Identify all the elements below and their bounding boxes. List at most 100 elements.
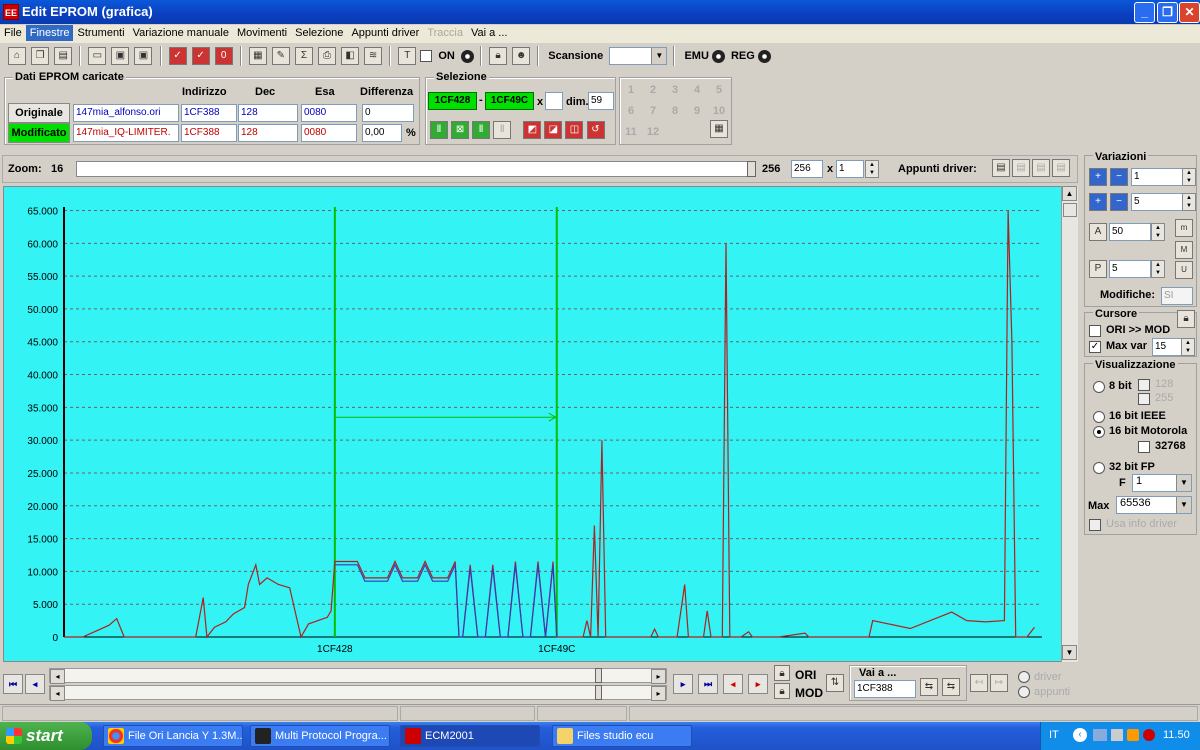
runner-icon[interactable]: ☻ [512, 47, 531, 65]
lock-icon[interactable]: 🔒︎ [489, 47, 508, 65]
modificato-esa-field[interactable]: 0080 [301, 124, 357, 142]
step-back-icon[interactable]: ◂ [723, 674, 743, 694]
home-icon[interactable]: ⌂ [8, 47, 27, 65]
replace-selection-icon[interactable]: ◫ [565, 121, 584, 139]
vertical-scrollbar[interactable]: ▲ ▼ [1061, 186, 1078, 662]
horizontal-scroll-top[interactable]: ◂ ▸ [49, 668, 667, 684]
u-icon[interactable]: U [1175, 261, 1193, 279]
variazione-step1-field[interactable]: 1 [1131, 168, 1183, 186]
compare-icon[interactable]: ◧ [341, 47, 360, 65]
originale-button[interactable]: Originale [8, 103, 70, 123]
check-icon[interactable]: ✓ [168, 47, 187, 65]
variazione-step5-field[interactable]: 5 [1131, 193, 1183, 211]
menu-item[interactable]: Variazione manuale [129, 25, 233, 41]
minus-five-icon[interactable]: − [1110, 193, 1128, 211]
menu-item[interactable]: Vai a ... [467, 25, 511, 41]
paste-selection-icon[interactable]: ◪ [544, 121, 563, 139]
appunti-copy-icon[interactable]: ▤ [1032, 159, 1050, 177]
originale-diff-field[interactable]: 0 [362, 104, 414, 122]
m-icon[interactable]: m [1175, 219, 1193, 237]
select-start-icon[interactable]: Ⅱ [430, 121, 448, 139]
open-folder-icon[interactable]: ▭ [88, 47, 107, 65]
first-icon[interactable]: ⏮ [3, 674, 23, 694]
8bit-radio[interactable] [1093, 381, 1105, 393]
select-range-icon[interactable]: ⊠ [451, 121, 470, 139]
ieee-radio[interactable] [1093, 411, 1105, 423]
slot-button[interactable]: 11 [622, 123, 640, 141]
select-all-icon[interactable]: Ⅱ [472, 121, 491, 139]
copy-selection-icon[interactable]: ◩ [523, 121, 542, 139]
on-checkbox[interactable] [420, 50, 433, 62]
scroll-right-icon[interactable]: ▸ [651, 686, 666, 701]
ori-mod-checkbox[interactable] [1089, 325, 1101, 337]
minimize-button[interactable]: _ [1134, 2, 1155, 23]
slot-button[interactable]: 4 [688, 81, 706, 99]
ori-label[interactable]: ORI [795, 668, 816, 682]
scroll-left-icon[interactable]: ◂ [50, 686, 65, 701]
graph-icon[interactable]: ≋ [364, 47, 383, 65]
slot-button[interactable]: 7 [644, 102, 662, 120]
sigma-icon[interactable]: Σ [294, 47, 313, 65]
originale-indirizzo-field[interactable]: 1CF388 [181, 104, 237, 122]
slot-button[interactable]: 12 [644, 123, 662, 141]
zero-icon[interactable]: 0 [214, 47, 233, 65]
scroll-thumb[interactable] [1063, 203, 1077, 217]
modificato-button[interactable]: Modificato [8, 123, 70, 143]
task-chrome[interactable]: File Ori Lancia Y 1.3M... [103, 725, 243, 747]
motorola-radio[interactable] [1093, 426, 1105, 438]
slot-button[interactable]: 1 [622, 81, 640, 99]
variazione-a-field[interactable]: 50 [1109, 223, 1151, 241]
goto-ori-icon[interactable]: ⇆ [920, 678, 938, 696]
calculator-icon[interactable]: ▦ [248, 47, 267, 65]
scroll-up-icon[interactable]: ▲ [1062, 186, 1077, 201]
zoom-field[interactable]: 256 [791, 160, 823, 178]
modificato-diff-field[interactable]: 0,00 [362, 124, 402, 142]
menu-item[interactable]: Strumenti [73, 25, 128, 41]
cursor-lock-icon[interactable]: 🔒︎ [1177, 310, 1195, 328]
eprom-graph[interactable]: 65.000 60.000 55.000 50.000 45.000 40.000 35.0… [3, 186, 1078, 662]
menu-item[interactable]: Appunti driver [347, 25, 423, 41]
horizontal-scroll-bottom[interactable]: ◂ ▸ [49, 685, 667, 701]
modificato-file-field[interactable]: 147mia_IQ-LIMITER. [73, 124, 179, 142]
start-button[interactable]: start [0, 722, 92, 750]
scroll-thumb[interactable] [595, 685, 602, 700]
modificato-dec-field[interactable]: 128 [238, 124, 298, 142]
f-select[interactable]: 1 ▼ [1132, 474, 1192, 492]
step1-spinner[interactable]: ▲ ▼ [1182, 168, 1196, 186]
a-icon[interactable]: A [1089, 223, 1107, 241]
variazione-p-field[interactable]: 5 [1109, 260, 1151, 278]
task-ecm2001[interactable]: ECM2001 [400, 725, 540, 747]
reg-label[interactable]: REG [731, 50, 755, 62]
scroll-right-icon[interactable]: ▸ [651, 669, 666, 684]
mod-label[interactable]: MOD [795, 686, 823, 700]
t-icon[interactable]: T [398, 47, 417, 65]
selection-end[interactable]: 1CF49C [485, 92, 534, 110]
slot-button[interactable]: 9 [688, 102, 706, 120]
menu-item[interactable]: Selezione [291, 25, 347, 41]
zoom-mult-spinner[interactable]: ▲ ▼ [865, 160, 879, 178]
ori-lock-icon[interactable]: 🔒︎ [774, 665, 790, 681]
tray-expand-icon[interactable]: ‹ [1073, 728, 1087, 742]
slot-button[interactable]: 3 [666, 81, 684, 99]
modificato-indirizzo-field[interactable]: 1CF388 [181, 124, 237, 142]
network-icon[interactable] [1093, 729, 1107, 741]
tray-app-icon[interactable] [1127, 729, 1139, 741]
plus-five-icon[interactable]: + [1089, 193, 1107, 211]
slot-button[interactable]: 2 [644, 81, 662, 99]
print-icon[interactable]: ⎙ [318, 47, 336, 65]
emu-label[interactable]: EMU [684, 50, 708, 62]
maximize-button[interactable]: ❐ [1157, 2, 1178, 23]
swap-icon[interactable]: ⇅ [826, 674, 844, 692]
checksum-icon[interactable]: ✓ [191, 47, 210, 65]
originale-esa-field[interactable]: 0080 [301, 104, 357, 122]
max-var-field[interactable]: 15 [1152, 338, 1182, 356]
slot-button[interactable]: 10 [710, 102, 728, 120]
edit-chart-icon[interactable]: ✎ [271, 47, 290, 65]
select-clear-icon[interactable]: Ⅱ [493, 121, 512, 139]
32768-checkbox[interactable] [1138, 441, 1150, 453]
originale-dec-field[interactable]: 128 [238, 104, 298, 122]
scroll-thumb[interactable] [595, 668, 602, 683]
p-icon[interactable]: P [1089, 260, 1107, 278]
step5-spinner[interactable]: ▲ ▼ [1182, 193, 1196, 211]
mem-icon[interactable]: M [1175, 241, 1193, 259]
